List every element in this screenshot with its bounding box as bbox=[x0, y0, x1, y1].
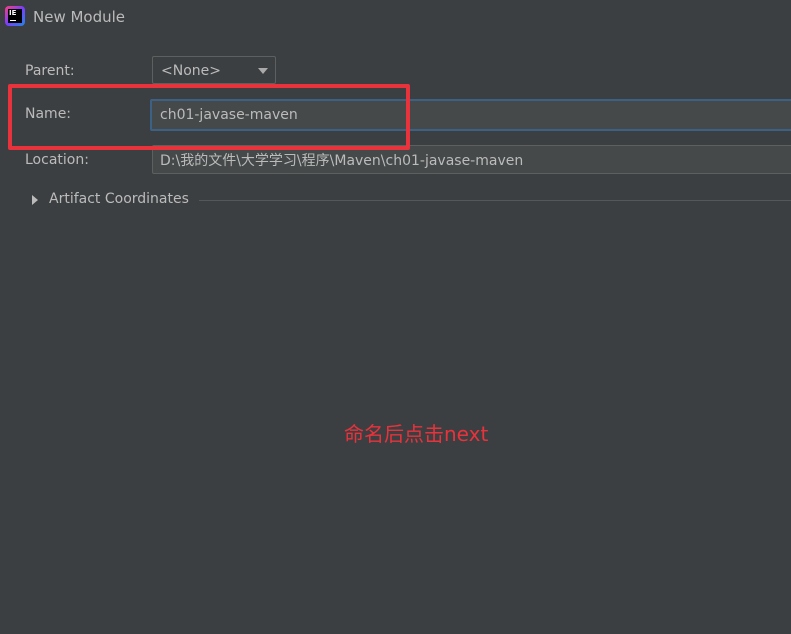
parent-dropdown-value: <None> bbox=[161, 63, 221, 79]
section-divider bbox=[199, 200, 791, 201]
artifact-coordinates-toggle[interactable]: Artifact Coordinates bbox=[32, 190, 791, 210]
location-label: Location: bbox=[25, 152, 89, 168]
chevron-down-icon bbox=[258, 68, 268, 74]
intellij-idea-icon: IE bbox=[5, 6, 25, 26]
parent-dropdown[interactable]: <None> bbox=[152, 56, 276, 84]
app-icon-text: IE bbox=[9, 9, 17, 17]
title-bar: IE New Module bbox=[0, 0, 791, 34]
module-name-input[interactable] bbox=[150, 99, 791, 131]
name-label: Name: bbox=[25, 106, 72, 122]
parent-label: Parent: bbox=[25, 63, 75, 79]
new-module-dialog: IE New Module Parent: <None> Name: Locat… bbox=[0, 0, 791, 634]
window-title: New Module bbox=[33, 8, 126, 26]
annotation-note: 命名后点击next bbox=[344, 422, 489, 446]
expand-arrow-icon bbox=[32, 195, 38, 205]
module-location-input[interactable] bbox=[152, 145, 791, 174]
artifact-coordinates-label: Artifact Coordinates bbox=[49, 191, 189, 207]
